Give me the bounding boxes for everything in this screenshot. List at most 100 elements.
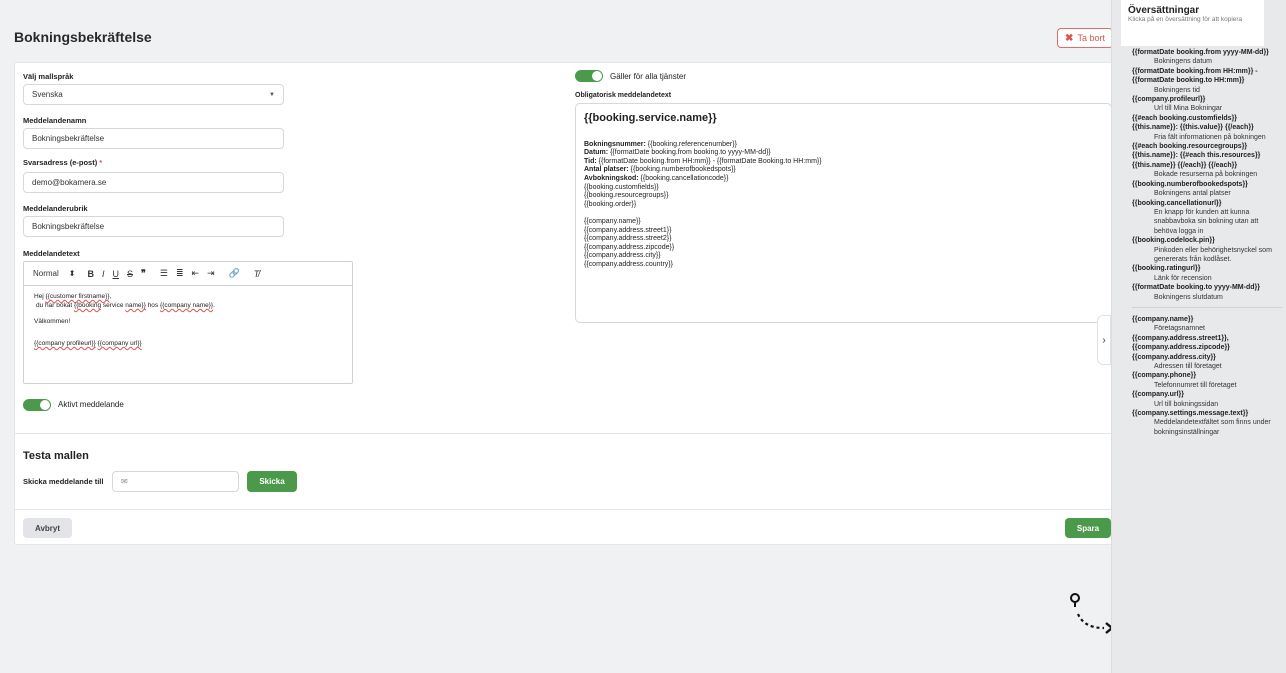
translation-placeholder[interactable]: {{company.name}} (1132, 315, 1282, 324)
editor-text: service (101, 302, 126, 309)
page-title: Bokningsbekräftelse (14, 29, 152, 45)
translation-description: Bokningens slutdatum (1154, 293, 1223, 301)
translation-placeholder[interactable]: {{formatDate booking.from yyyy-MM-dd}} (1132, 48, 1282, 57)
format-value: Normal (33, 269, 59, 278)
translation-placeholder[interactable]: {{company.url}} (1132, 390, 1282, 399)
editor-welcome: Välkommen! (34, 318, 71, 325)
sidebar-collapse-button[interactable]: › (1097, 315, 1111, 365)
translation-placeholder[interactable]: {{company.address.street1}}, {{company.a… (1132, 334, 1282, 362)
template-line: Bokningsnummer: {{booking.referencenumbe… (584, 141, 1103, 150)
active-label: Aktivt meddelande (58, 400, 124, 409)
translation-placeholder[interactable]: {{booking.ratingurl}} (1132, 264, 1282, 273)
editor-text: . (213, 302, 215, 309)
sidebar-subtitle: Klicka på en översättning för att kopier… (1128, 16, 1243, 23)
translation-placeholder[interactable]: {{booking.cancellationurl}} (1132, 199, 1282, 208)
name-input[interactable]: Bokningsbekräftelse (23, 128, 284, 149)
translation-placeholder[interactable]: {{booking.codelock.pin}} (1132, 236, 1282, 245)
template-line: Datum: {{formatDate booking.from booking… (584, 149, 1103, 158)
editor-placeholder: {{booking (73, 302, 102, 309)
main-area: Bokningsbekräftelse ✖ Ta bort Välj malls… (0, 0, 1114, 673)
delete-button[interactable]: ✖ Ta bort (1057, 28, 1113, 48)
template-line-key: Bokningsnummer: (584, 140, 646, 148)
translation-placeholder[interactable]: {{formatDate booking.from HH:mm}} - {{fo… (1132, 67, 1282, 86)
editor-content[interactable]: Hej {{customer firstname}}, du har bokat… (24, 286, 352, 361)
dotted-arrow-decoration (1070, 593, 1114, 634)
close-icon: ✖ (1065, 32, 1074, 44)
underline-icon[interactable]: U (113, 266, 120, 282)
ordered-list-icon[interactable]: ☰ (160, 266, 168, 282)
bullet-list-icon[interactable]: ≣ (176, 266, 184, 282)
rich-text-editor[interactable]: Normal ⬍ B I U S ❞ ☰ ≣ ⇤ ⇥ 🔗 T̸ Hej {{cus… (23, 261, 353, 384)
translations-sidebar: Översättningar Klicka på en översättning… (1111, 0, 1286, 673)
translation-placeholder[interactable]: {{#each booking.resourcegroups}} {{this.… (1132, 142, 1282, 170)
indent-left-icon[interactable]: ⇤ (191, 266, 199, 282)
active-toggle[interactable] (23, 399, 51, 411)
template-company-line: {{company.address.city}} (584, 252, 661, 260)
subject-label: Meddelanderubrik (23, 204, 88, 213)
text-label: Meddelandetext (23, 249, 80, 258)
translation-placeholder[interactable]: {{company.phone}} (1132, 371, 1282, 380)
translation-placeholder[interactable]: {{#each booking.customfields}} {{this.na… (1132, 114, 1282, 133)
translation-placeholder[interactable]: {{company.profileurl}} (1132, 95, 1282, 104)
editor-placeholder: {{company name}} (159, 302, 214, 309)
translation-description: Bokningens tid (1154, 86, 1200, 94)
translation-description: Fria fält informationen på bokningen (1154, 133, 1266, 141)
clear-format-icon[interactable]: T̸ (254, 266, 260, 282)
translation-placeholder[interactable]: {{booking.numberofbookedspots}} (1132, 180, 1282, 189)
format-caret-icon: ⬍ (68, 269, 76, 278)
format-select[interactable]: Normal ⬍ (33, 266, 75, 282)
template-form-card: Välj mallspråk Svenska ▼ Meddelandenamn … (14, 62, 1114, 545)
link-icon[interactable]: 🔗 (229, 266, 240, 282)
divider (1132, 306, 1282, 308)
translation-description: En knapp för kunden att kunna snabbavbok… (1154, 208, 1259, 235)
indent-right-icon[interactable]: ⇥ (207, 266, 215, 282)
mail-icon: ✉ (121, 477, 128, 486)
translation-description: Pinkoden eller behörighetsnyckel som gen… (1154, 246, 1272, 263)
template-line-key: Datum: (584, 149, 609, 157)
chevron-right-icon: › (1102, 334, 1106, 346)
template-company-line: {{company.address.country}} (584, 260, 673, 268)
template-line-value: {{formatDate booking.from booking.to yyy… (608, 149, 771, 157)
translation-placeholder[interactable]: {{formatDate booking.to yyyy-MM-dd}} (1132, 283, 1282, 292)
quote-icon[interactable]: ❞ (141, 266, 146, 282)
language-select[interactable]: Svenska ▼ (23, 84, 284, 105)
cancel-button[interactable]: Avbryt (23, 518, 72, 538)
translation-placeholder[interactable]: {{company.settings.message.text}} (1132, 409, 1282, 418)
reply-label-text: Svarsadress (e-post) (23, 158, 98, 167)
all-services-label: Gäller för alla tjänster (610, 72, 687, 81)
all-services-toggle[interactable] (575, 70, 603, 82)
divider (15, 509, 1113, 510)
editor-text: hos (145, 302, 160, 309)
delete-label: Ta bort (1077, 33, 1105, 43)
test-section-title: Testa mallen (23, 450, 89, 462)
required-marker: * (99, 158, 103, 167)
template-line-value: {{booking.resourcegroups}} (584, 192, 669, 200)
subject-input[interactable]: Bokningsbekräftelse (23, 216, 284, 237)
italic-icon[interactable]: I (102, 266, 105, 282)
send-to-label: Skicka meddelande till (23, 477, 104, 486)
template-line-value: {{formatDate booking.from HH:mm}} - {{fo… (596, 157, 822, 165)
save-button[interactable]: Spara (1065, 518, 1111, 538)
bold-icon[interactable]: B (87, 266, 94, 282)
translation-description: Bokningens antal platser (1154, 190, 1231, 198)
template-line-value: {{booking.order}} (584, 200, 637, 208)
name-label: Meddelandenamn (23, 116, 87, 125)
translation-description: Bokningens datum (1154, 58, 1212, 66)
template-company-line: {{company.address.street2}} (584, 235, 672, 243)
send-button[interactable]: Skicka (247, 471, 297, 492)
template-lines: Bokningsnummer: {{booking.referencenumbe… (584, 141, 1103, 210)
editor-text: , (109, 293, 112, 300)
template-company-lines: {{company.name}} {{company.address.street… (584, 218, 1103, 270)
editor-text: Hej (34, 293, 46, 300)
strike-icon[interactable]: S (127, 266, 133, 282)
editor-text: du har bokat (36, 302, 74, 309)
editor-profile-placeholder: {{company profileurl}} (34, 340, 96, 347)
language-label: Välj mallspråk (23, 72, 74, 81)
template-line: {{booking.customfields}} (584, 184, 1103, 193)
send-to-input[interactable]: ✉ (112, 471, 239, 492)
template-line-key: Avbokningskod: (584, 174, 639, 182)
translation-list: {{formatDate booking.from yyyy-MM-dd}} Bo… (1132, 48, 1282, 437)
divider (15, 433, 1113, 434)
reply-email-input[interactable]: demo@bokamera.se (23, 172, 284, 193)
template-line-value: {{booking.numberofbookedspots}} (628, 166, 736, 174)
